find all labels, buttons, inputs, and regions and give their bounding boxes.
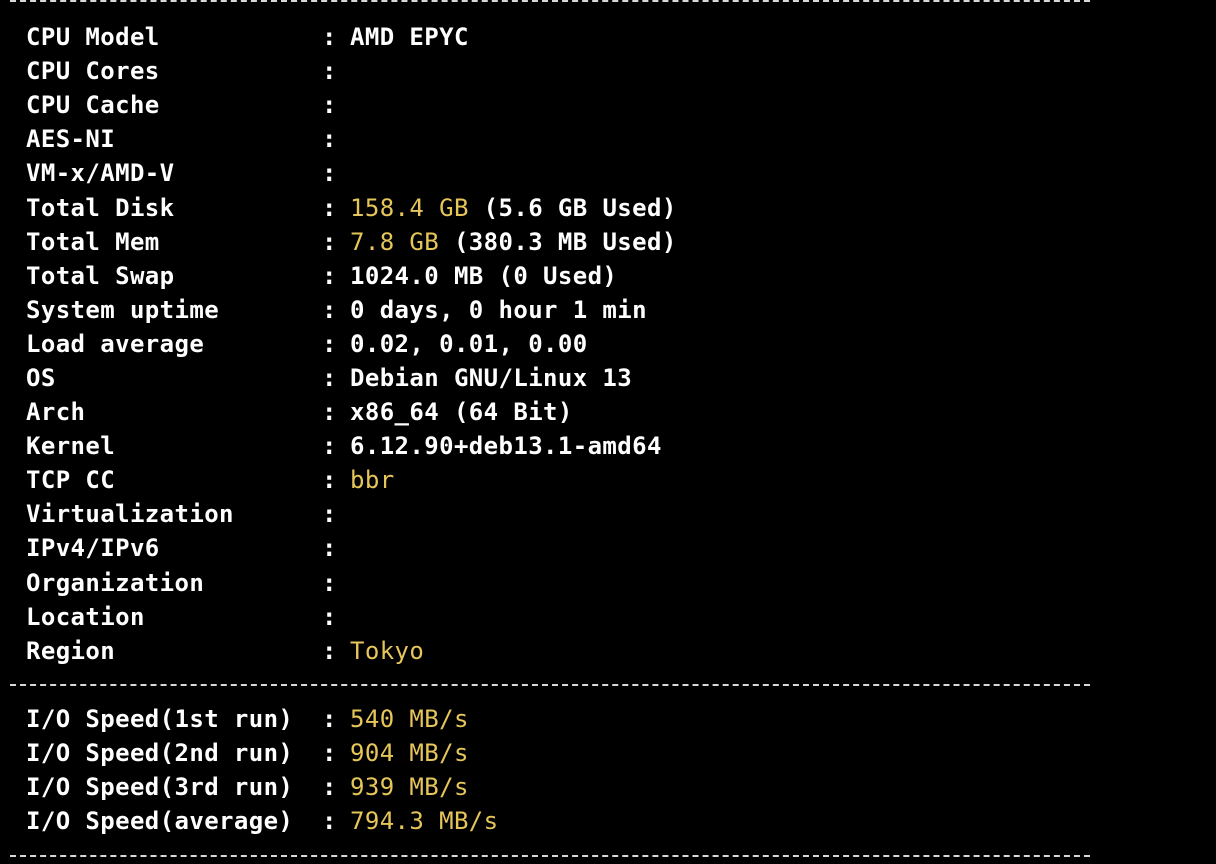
sysinfo-highlight-value: bbr [350, 466, 395, 495]
sysinfo-label: Kernel [26, 432, 116, 461]
sysinfo-label: Load average [26, 329, 205, 358]
iospeed-row: I/O Speed(3rd run):939 MB/s [26, 770, 499, 804]
sysinfo-row: Virtualization: [26, 497, 677, 531]
system-info-list: CPU Model: AMD EPYC CPU Cores: CPU Cache: AE… [26, 20, 677, 668]
sysinfo-colon: : [322, 432, 337, 461]
sysinfo-note: (5.6 GB Used) [468, 193, 677, 222]
sysinfo-colon: : [322, 159, 337, 188]
sysinfo-row: CPU Model: AMD EPYC [26, 20, 677, 54]
sysinfo-colon: : [322, 466, 337, 495]
divider-middle [10, 684, 1090, 687]
sysinfo-highlight-value: Tokyo [350, 636, 425, 665]
sysinfo-colon: : [322, 329, 337, 358]
sysinfo-row: Region: Tokyo [26, 634, 677, 668]
iospeed-colon: : [322, 705, 337, 734]
sysinfo-label: Total Mem [26, 227, 160, 256]
sysinfo-value: 1024.0 MB (0 Used) [350, 261, 618, 290]
sysinfo-label: CPU Cores [26, 57, 160, 86]
iospeed-colon: : [322, 773, 337, 802]
sysinfo-label: Region [26, 636, 116, 665]
sysinfo-colon: : [322, 363, 337, 392]
sysinfo-colon: : [322, 91, 337, 120]
sysinfo-row: CPU Cores: [26, 54, 677, 88]
sysinfo-label: TCP CC [26, 466, 116, 495]
sysinfo-row: System uptime:0 days, 0 hour 1 min [26, 293, 677, 327]
sysinfo-label: VM-x/AMD-V [26, 159, 175, 188]
sysinfo-label: AES-NI [26, 125, 116, 154]
sysinfo-value: 0.02, 0.01, 0.00 [350, 329, 588, 358]
sysinfo-colon: : [322, 261, 337, 290]
iospeed-label: I/O Speed(average) [26, 807, 294, 836]
sysinfo-row: Total Swap:1024.0 MB (0 Used) [26, 259, 677, 293]
iospeed-highlight-value: 939 MB/s [350, 773, 469, 802]
sysinfo-colon: : [322, 534, 337, 563]
sysinfo-colon: : [322, 227, 337, 256]
sysinfo-label: Virtualization [26, 500, 234, 529]
sysinfo-label: IPv4/IPv6 [26, 534, 160, 563]
sysinfo-colon: : [322, 295, 337, 324]
sysinfo-label: Organization [26, 568, 205, 597]
sysinfo-colon: : [322, 602, 337, 631]
sysinfo-row: TCP CC: bbr [26, 463, 677, 497]
iospeed-highlight-value: 540 MB/s [350, 705, 469, 734]
sysinfo-row: VM-x/AMD-V: [26, 156, 677, 190]
iospeed-highlight-value: 904 MB/s [350, 739, 469, 768]
sysinfo-colon: : [322, 398, 337, 427]
iospeed-label: I/O Speed(1st run) [26, 705, 294, 734]
divider-bottom [10, 855, 1090, 858]
sysinfo-row: OS: Debian GNU/Linux 13 [26, 361, 677, 395]
iospeed-colon: : [322, 807, 337, 836]
sysinfo-row: AES-NI: [26, 122, 677, 156]
sysinfo-row: Organization: [26, 566, 677, 600]
sysinfo-row: Total Mem:7.8 GB (380.3 MB Used) [26, 225, 677, 259]
sysinfo-row: IPv4/IPv6: [26, 531, 677, 565]
sysinfo-value: AMD EPYC [350, 23, 469, 52]
sysinfo-label: Arch [26, 398, 86, 427]
sysinfo-label: Location [26, 602, 145, 631]
iospeed-highlight-value: 794.3 MB/s [350, 807, 499, 836]
sysinfo-value: 0 days, 0 hour 1 min [350, 295, 647, 324]
sysinfo-highlight-value: 7.8 GB [350, 227, 440, 256]
sysinfo-colon: : [322, 193, 337, 222]
io-speed-list: I/O Speed(1st run):540 MB/s I/O Speed(2nd… [26, 702, 499, 838]
sysinfo-value: x86_64 (64 Bit) [350, 398, 573, 427]
sysinfo-colon: : [322, 568, 337, 597]
sysinfo-label: CPU Cache [26, 91, 160, 120]
sysinfo-value: Debian GNU/Linux 13 [350, 363, 633, 392]
terminal-window[interactable]: CPU Model: AMD EPYC CPU Cores: CPU Cache: AE… [0, 0, 1216, 864]
iospeed-row: I/O Speed(average):794.3 MB/s [26, 804, 499, 838]
sysinfo-row: Location: [26, 600, 677, 634]
divider-top [10, 0, 1090, 3]
sysinfo-label: System uptime [26, 295, 220, 324]
sysinfo-row: CPU Cache: [26, 88, 677, 122]
sysinfo-value: 6.12.90+deb13.1-amd64 [350, 432, 662, 461]
sysinfo-colon: : [322, 500, 337, 529]
iospeed-colon: : [322, 739, 337, 768]
sysinfo-row: Kernel:6.12.90+deb13.1-amd64 [26, 429, 677, 463]
sysinfo-label: OS [26, 363, 56, 392]
iospeed-label: I/O Speed(2nd run) [26, 739, 294, 768]
sysinfo-row: Total Disk:158.4 GB (5.6 GB Used) [26, 190, 677, 224]
sysinfo-note: (380.3 MB Used) [439, 227, 677, 256]
sysinfo-row: Arch: x86_64 (64 Bit) [26, 395, 677, 429]
sysinfo-row: Load average:0.02, 0.01, 0.00 [26, 327, 677, 361]
sysinfo-colon: : [322, 125, 337, 154]
iospeed-row: I/O Speed(1st run):540 MB/s [26, 702, 499, 736]
sysinfo-colon: : [322, 23, 337, 52]
sysinfo-label: CPU Model [26, 23, 160, 52]
iospeed-row: I/O Speed(2nd run):904 MB/s [26, 736, 499, 770]
sysinfo-label: Total Swap [26, 261, 175, 290]
iospeed-label: I/O Speed(3rd run) [26, 773, 294, 802]
sysinfo-colon: : [322, 57, 337, 86]
sysinfo-label: Total Disk [26, 193, 175, 222]
sysinfo-highlight-value: 158.4 GB [350, 193, 469, 222]
sysinfo-colon: : [322, 636, 337, 665]
